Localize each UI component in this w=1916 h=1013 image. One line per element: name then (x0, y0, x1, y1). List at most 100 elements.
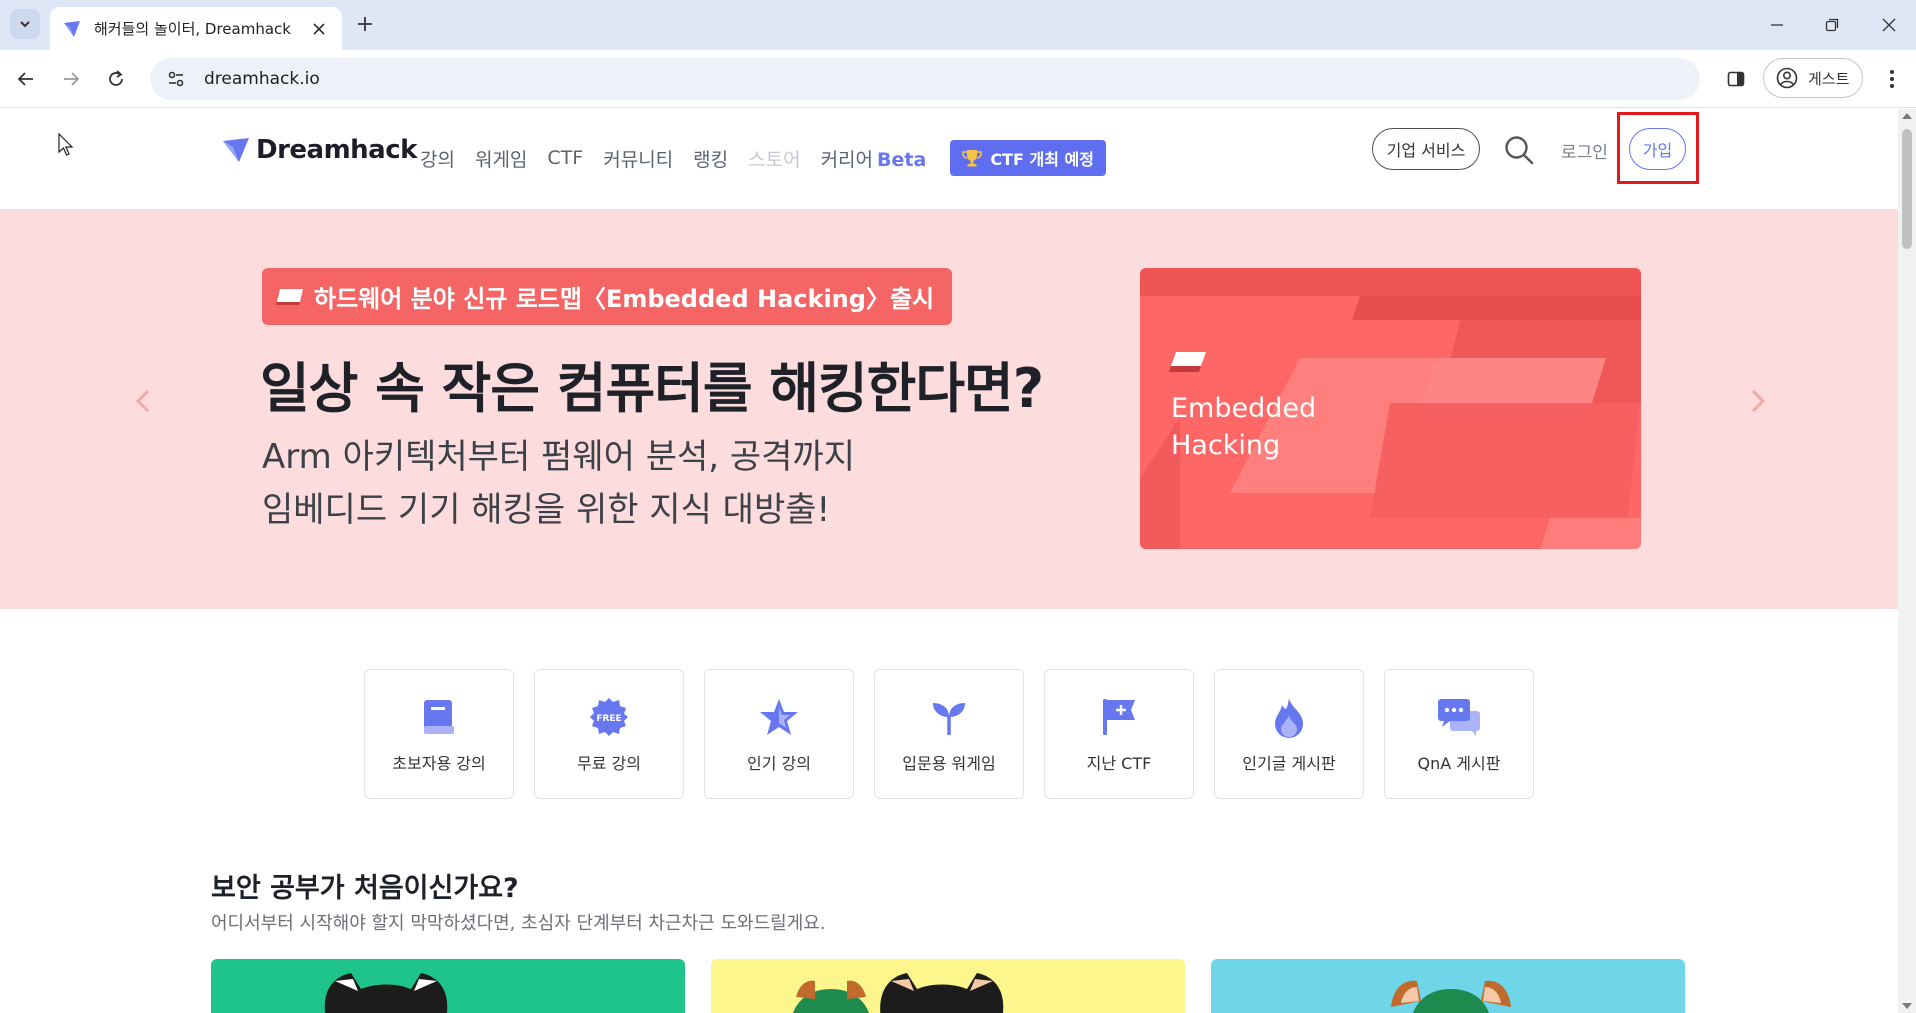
nav-item-ranking[interactable]: 랭킹 (693, 145, 728, 172)
ctf-upcoming-badge[interactable]: CTF 개최 예정 (950, 140, 1106, 176)
scroll-down-icon[interactable] (1902, 1003, 1912, 1009)
minimize-button[interactable] (1762, 10, 1792, 40)
quick-link-popular-lectures[interactable]: 인기 강의 (704, 669, 854, 799)
hero-subtitle-line2: 임베디드 기기 해킹을 위한 지식 대방출! (262, 490, 831, 530)
reload-icon (109, 70, 123, 86)
nav-item-community[interactable]: 커뮤니티 (603, 145, 673, 172)
nav-item-wargame[interactable]: 워게임 (475, 145, 527, 172)
tab-close-icon[interactable] (308, 18, 330, 40)
browser-tab-active[interactable]: 해커들의 놀이터, Dreamhack (50, 7, 342, 50)
browser-menu-button[interactable] (1876, 63, 1908, 95)
nav-item-ctf[interactable]: CTF (547, 147, 583, 169)
restore-icon (1825, 18, 1839, 32)
signup-button[interactable]: 가입 (1629, 128, 1686, 170)
main-nav: 강의 워게임 CTF 커뮤니티 랭킹 스토어 커리어 Beta CTF 개최 예정 (420, 135, 1106, 181)
hero-badge-text: 하드웨어 분야 신규 로드맵〈Embedded Hacking〉출시 (314, 285, 935, 313)
business-service-button[interactable]: 기업 서비스 (1372, 128, 1480, 170)
search-icon (1505, 136, 1534, 165)
close-icon (1882, 18, 1896, 32)
chat-icon (1436, 694, 1482, 740)
account-icon (1776, 67, 1798, 89)
hero-card-label-line2: Hacking (1171, 430, 1281, 461)
quick-link-label: QnA 게시판 (1417, 754, 1501, 773)
chevron-right-icon (1751, 389, 1766, 413)
hero-title: 일상 속 작은 컴퓨터를 해킹한다면? (260, 357, 1044, 420)
quick-link-label: 지난 CTF (1086, 754, 1152, 773)
roadmap-card[interactable] (211, 959, 685, 1013)
dreamhack-favicon-icon (64, 20, 80, 37)
logo-text: Dreamhack (256, 135, 417, 165)
quick-links: 초보자용 강의 FREE 무료 강의 인기 강의 입문용 워게임 지난 CTF (364, 669, 1554, 799)
section-description: 어디서부터 시작해야 할지 막막하셨다면, 초심자 단계부터 차근차근 도와드릴… (211, 913, 826, 934)
more-vertical-icon (1890, 70, 1894, 88)
mouse-cursor-icon (58, 132, 74, 161)
reload-button[interactable] (100, 63, 132, 95)
page-scrollbar[interactable] (1898, 109, 1916, 1013)
roadmap-cards (211, 959, 1686, 1013)
quick-link-intro-wargame[interactable]: 입문용 워게임 (874, 669, 1024, 799)
hero-subtitle: Arm 아키텍처부터 펌웨어 분석, 공격까지 임베디드 기기 해킹을 위한 지… (262, 431, 855, 537)
svg-text:FREE: FREE (596, 714, 621, 724)
nav-item-store[interactable]: 스토어 (748, 145, 800, 172)
profile-label: 게스트 (1808, 69, 1850, 88)
forward-button[interactable] (55, 63, 87, 95)
nav-item-career[interactable]: 커리어 Beta (821, 145, 927, 172)
side-panel-button[interactable] (1720, 63, 1752, 95)
nav-item-lectures[interactable]: 강의 (420, 145, 455, 172)
page-viewport: Dreamhack 강의 워게임 CTF 커뮤니티 랭킹 스토어 커리어 Beta… (0, 109, 1898, 1013)
chip-icon (276, 288, 303, 305)
login-link[interactable]: 로그인 (1561, 138, 1608, 163)
trophy-icon (962, 150, 983, 167)
site-header: Dreamhack 강의 워게임 CTF 커뮤니티 랭킹 스토어 커리어 Beta… (0, 109, 1898, 209)
quick-link-label: 초보자용 강의 (392, 754, 486, 773)
dreamhack-logo-icon (223, 138, 249, 162)
scroll-up-icon[interactable] (1902, 113, 1912, 119)
search-button[interactable] (1502, 133, 1536, 167)
minimize-icon (1771, 24, 1783, 26)
quick-link-label: 인기 강의 (747, 754, 811, 773)
hero-announcement-badge: 하드웨어 분야 신규 로드맵〈Embedded Hacking〉출시 (262, 268, 953, 325)
back-button[interactable] (10, 63, 42, 95)
quick-link-past-ctf[interactable]: 지난 CTF (1044, 669, 1194, 799)
mascot-illustration (1391, 980, 1511, 1013)
hero-course-card[interactable]: Embedded Hacking (1140, 268, 1641, 549)
book-icon (416, 694, 462, 740)
roadmap-card[interactable] (1211, 959, 1685, 1013)
browser-toolbar: dreamhack.io 게스트 (0, 50, 1916, 108)
tab-title: 해커들의 놀이터, Dreamhack (94, 20, 291, 38)
hero-subtitle-line1: Arm 아키텍처부터 펌웨어 분석, 공격까지 (262, 437, 855, 477)
tab-search-button[interactable] (10, 9, 40, 39)
dreamhack-logo[interactable]: Dreamhack (222, 135, 417, 165)
quick-link-label: 인기글 게시판 (1242, 754, 1336, 773)
chevron-left-icon (135, 389, 150, 413)
hero-card-label: Embedded Hacking (1171, 390, 1316, 464)
site-info-icon[interactable] (164, 67, 188, 91)
mascot-group-illustration (792, 973, 1004, 1013)
free-badge-icon: FREE (586, 694, 632, 740)
quick-link-qna[interactable]: QnA 게시판 (1384, 669, 1534, 799)
quick-link-popular-posts[interactable]: 인기글 게시판 (1214, 669, 1364, 799)
quick-link-beginner-lectures[interactable]: 초보자용 강의 (364, 669, 514, 799)
section-title: 보안 공부가 처음이신가요? (211, 873, 519, 904)
quick-link-label: 무료 강의 (577, 754, 641, 773)
new-tab-button[interactable] (352, 11, 378, 37)
address-bar[interactable]: dreamhack.io (150, 58, 1700, 100)
arrow-left-icon (17, 72, 33, 86)
sprout-icon (926, 694, 972, 740)
profile-button[interactable]: 게스트 (1763, 58, 1863, 98)
hero-banner[interactable]: 하드웨어 분야 신규 로드맵〈Embedded Hacking〉출시 일상 속 … (0, 209, 1898, 609)
quick-link-free-lectures[interactable]: FREE 무료 강의 (534, 669, 684, 799)
beta-badge: Beta (877, 148, 927, 171)
chevron-down-icon (20, 21, 30, 28)
star-icon (756, 694, 802, 740)
carousel-prev-button[interactable] (131, 389, 155, 413)
carousel-next-button[interactable] (1746, 389, 1770, 413)
ctf-badge-label: CTF 개최 예정 (990, 150, 1094, 169)
restore-button[interactable] (1817, 10, 1847, 40)
nav-career-label: 커리어 (820, 148, 874, 171)
close-window-button[interactable] (1874, 10, 1904, 40)
browser-tab-bar: 해커들의 놀이터, Dreamhack (0, 0, 1916, 50)
side-panel-icon (1727, 71, 1745, 87)
scroll-thumb[interactable] (1902, 129, 1912, 249)
roadmap-card[interactable] (711, 959, 1185, 1013)
